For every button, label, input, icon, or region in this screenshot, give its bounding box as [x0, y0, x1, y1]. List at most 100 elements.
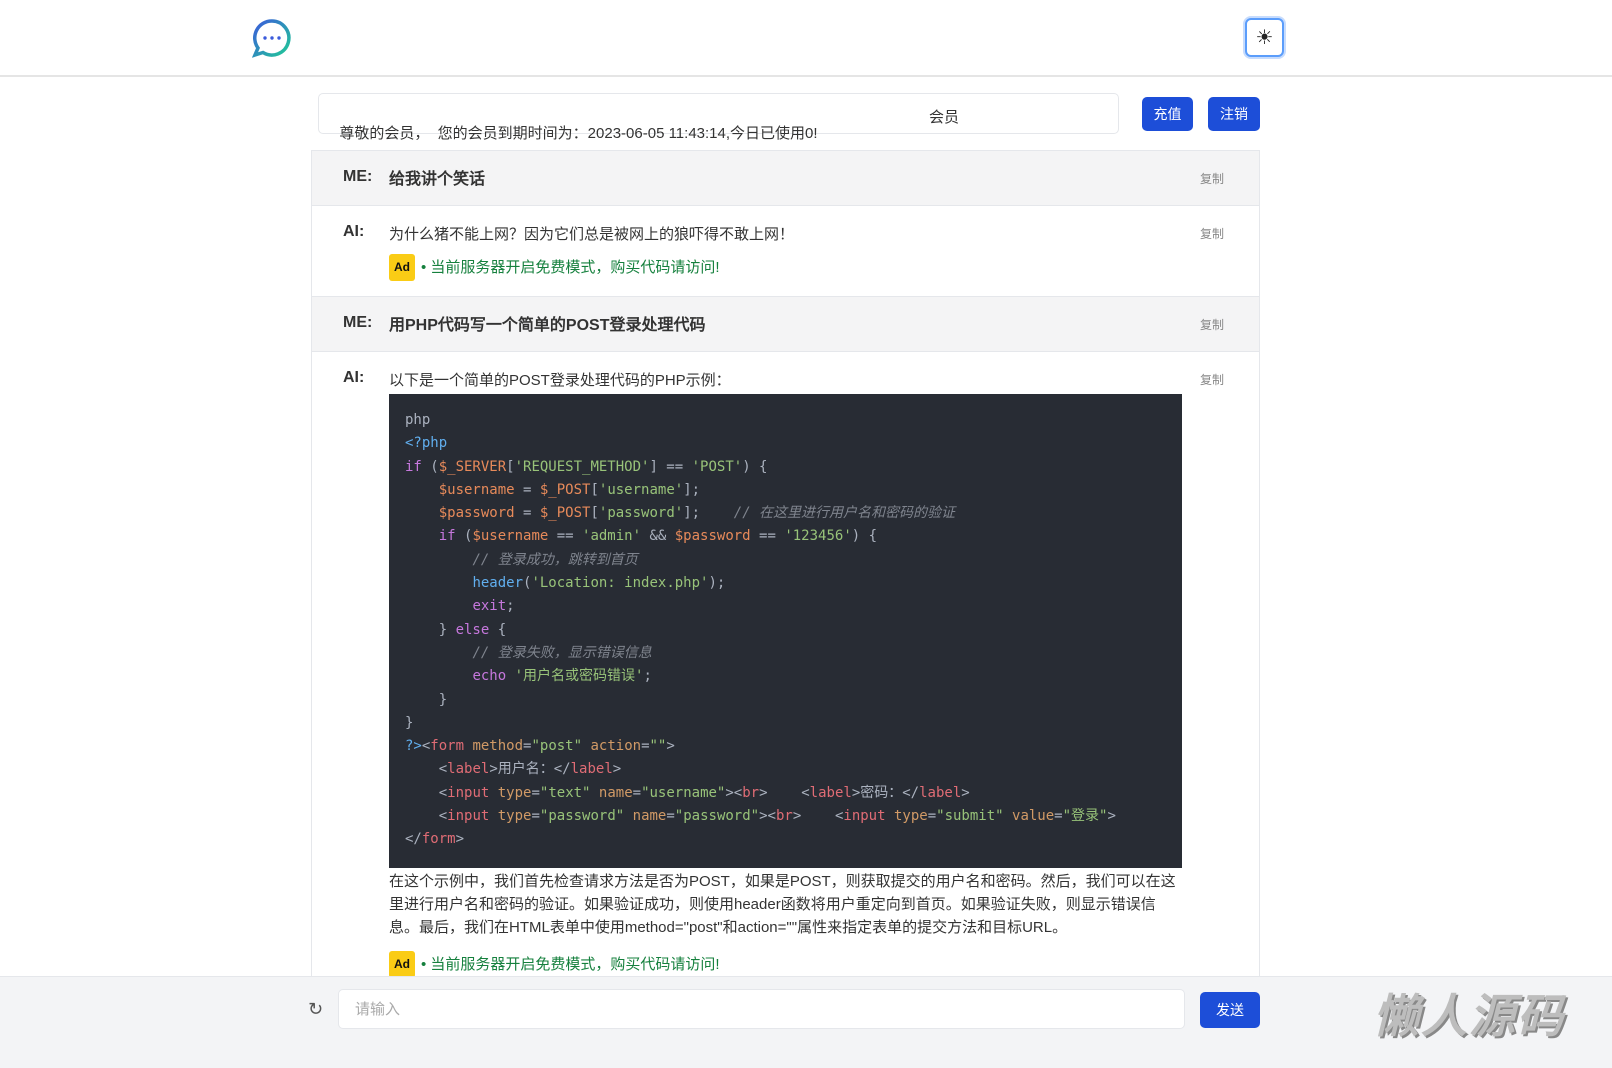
ad-line[interactable]: Ad • 当前服务器开启免费模式，购买代码请访问!	[389, 950, 1182, 978]
code-token: ==	[548, 528, 583, 545]
refresh-icon[interactable]: ↻	[308, 999, 323, 1020]
code-token: else	[455, 621, 490, 638]
copy-button[interactable]: 复制	[1200, 225, 1224, 242]
code-token: form	[421, 831, 456, 848]
code-token: if	[438, 528, 456, 545]
code-token: =	[641, 738, 650, 755]
theme-toggle-button[interactable]: ☀	[1245, 18, 1284, 57]
code-token: echo	[472, 668, 507, 685]
code-token: $password	[674, 528, 751, 545]
code-token: $password	[438, 505, 515, 522]
code-token: [	[590, 481, 599, 498]
code-token: label	[447, 761, 490, 778]
code-token: type	[893, 808, 928, 825]
code-line: header('Location: index.php');	[405, 572, 1166, 595]
code-line: }	[405, 689, 1166, 712]
code-line: ?><form method="post" action="">	[405, 735, 1166, 758]
ad-text[interactable]: • 当前服务器开启免费模式，购买代码请访问!	[421, 256, 720, 279]
code-token: =	[666, 808, 675, 825]
code-token: header	[472, 575, 524, 592]
code-token: >	[961, 784, 970, 801]
code-token: > <	[759, 784, 810, 801]
code-token: action	[590, 738, 642, 755]
code-token: =	[531, 784, 540, 801]
message-text: 用PHP代码写一个简单的POST登录处理代码	[389, 317, 706, 334]
copy-button[interactable]: 复制	[1200, 170, 1224, 187]
message-input[interactable]	[338, 989, 1185, 1029]
code-token: type	[497, 808, 532, 825]
send-button[interactable]: 发送	[1200, 992, 1260, 1028]
code-block: php <?php if ($_SERVER['REQUEST_METHOD'] =…	[389, 394, 1182, 868]
code-token: "text"	[539, 784, 591, 801]
message-role: AI:	[343, 223, 365, 240]
sun-icon: ☀	[1255, 27, 1274, 49]
code-token: exit	[472, 598, 507, 615]
code-token: );	[708, 575, 726, 592]
watermark: 懒人源码	[1373, 990, 1565, 1042]
code-line: <?php	[405, 432, 1166, 455]
code-line: }	[405, 712, 1166, 735]
code-token: =	[1054, 808, 1063, 825]
copy-button[interactable]: 复制	[1200, 371, 1224, 388]
top-header: ☀	[0, 0, 1612, 77]
code-token: <	[405, 761, 448, 778]
code-token: $username	[438, 481, 515, 498]
chat-bubble-icon[interactable]	[252, 18, 292, 58]
code-token: =	[514, 481, 540, 498]
code-token: 'POST'	[691, 458, 743, 475]
code-token: }	[405, 621, 456, 638]
code-line: $username = $_POST['username'];	[405, 479, 1166, 502]
code-token: ;	[643, 668, 652, 685]
code-token: =	[632, 784, 642, 801]
ad-text[interactable]: • 当前服务器开启免费模式，购买代码请访问!	[421, 953, 720, 976]
code-line: php	[405, 409, 1166, 432]
copy-button[interactable]: 复制	[1200, 316, 1224, 333]
code-token: label	[919, 784, 962, 801]
code-token: ] ==	[649, 458, 692, 475]
code-token: }	[405, 714, 414, 731]
code-token: <?php	[405, 435, 448, 452]
code-token: =	[514, 505, 540, 522]
code-token: =	[531, 808, 540, 825]
code-token: if	[405, 458, 422, 475]
code-token: ) {	[742, 458, 768, 475]
logout-button[interactable]: 注销	[1208, 97, 1260, 131]
code-token: "username"	[641, 784, 726, 801]
recharge-button[interactable]: 充值	[1142, 97, 1193, 131]
message-role: ME:	[343, 168, 373, 185]
code-line: <input type="password" name="password"><…	[405, 805, 1166, 828]
code-line: <input type="text" name="username"><br> …	[405, 782, 1166, 805]
code-token: $_SERVER	[438, 458, 507, 475]
code-token: ];	[683, 505, 734, 522]
code-token: ?>	[405, 738, 422, 755]
code-token: ];	[683, 481, 701, 498]
code-token: // 登录成功，跳转到首页	[472, 551, 638, 568]
message-role: AI:	[343, 369, 365, 386]
member-info-bar: 尊敬的会员， 您的会员到期时间为：2023-06-05 11:43:14,今日已…	[318, 93, 1119, 142]
message-explanation: 在这个示例中，我们首先检查请求方法是否为POST，如果是POST，则获取提交的用…	[389, 872, 1176, 936]
code-token: ><	[725, 784, 743, 801]
code-token: '123456'	[784, 528, 852, 545]
message-body: 为什么猪不能上网？因为它们总是被网上的狼吓得不敢上网！	[389, 226, 795, 243]
code-line: if ($username == 'admin' && $password ==…	[405, 525, 1166, 548]
code-token: >用户名：</	[489, 761, 571, 778]
message-body: 以下是一个简单的POST登录处理代码的PHP示例：	[389, 372, 731, 389]
code-line: exit;	[405, 595, 1166, 618]
code-token: "password"	[539, 808, 625, 825]
message-text: 以下是一个简单的POST登录处理代码的PHP示例： php <?php if ($_…	[389, 369, 1182, 978]
code-token: // 登录失败，显示错误信息	[472, 644, 652, 661]
code-token: ) {	[851, 528, 878, 545]
ad-line[interactable]: Ad • 当前服务器开启免费模式，购买代码请访问!	[389, 254, 1182, 281]
message-text: 为什么猪不能上网？因为它们总是被网上的狼吓得不敢上网！ Ad • 当前服务器开启免…	[389, 223, 1182, 281]
code-token: $username	[472, 528, 549, 545]
